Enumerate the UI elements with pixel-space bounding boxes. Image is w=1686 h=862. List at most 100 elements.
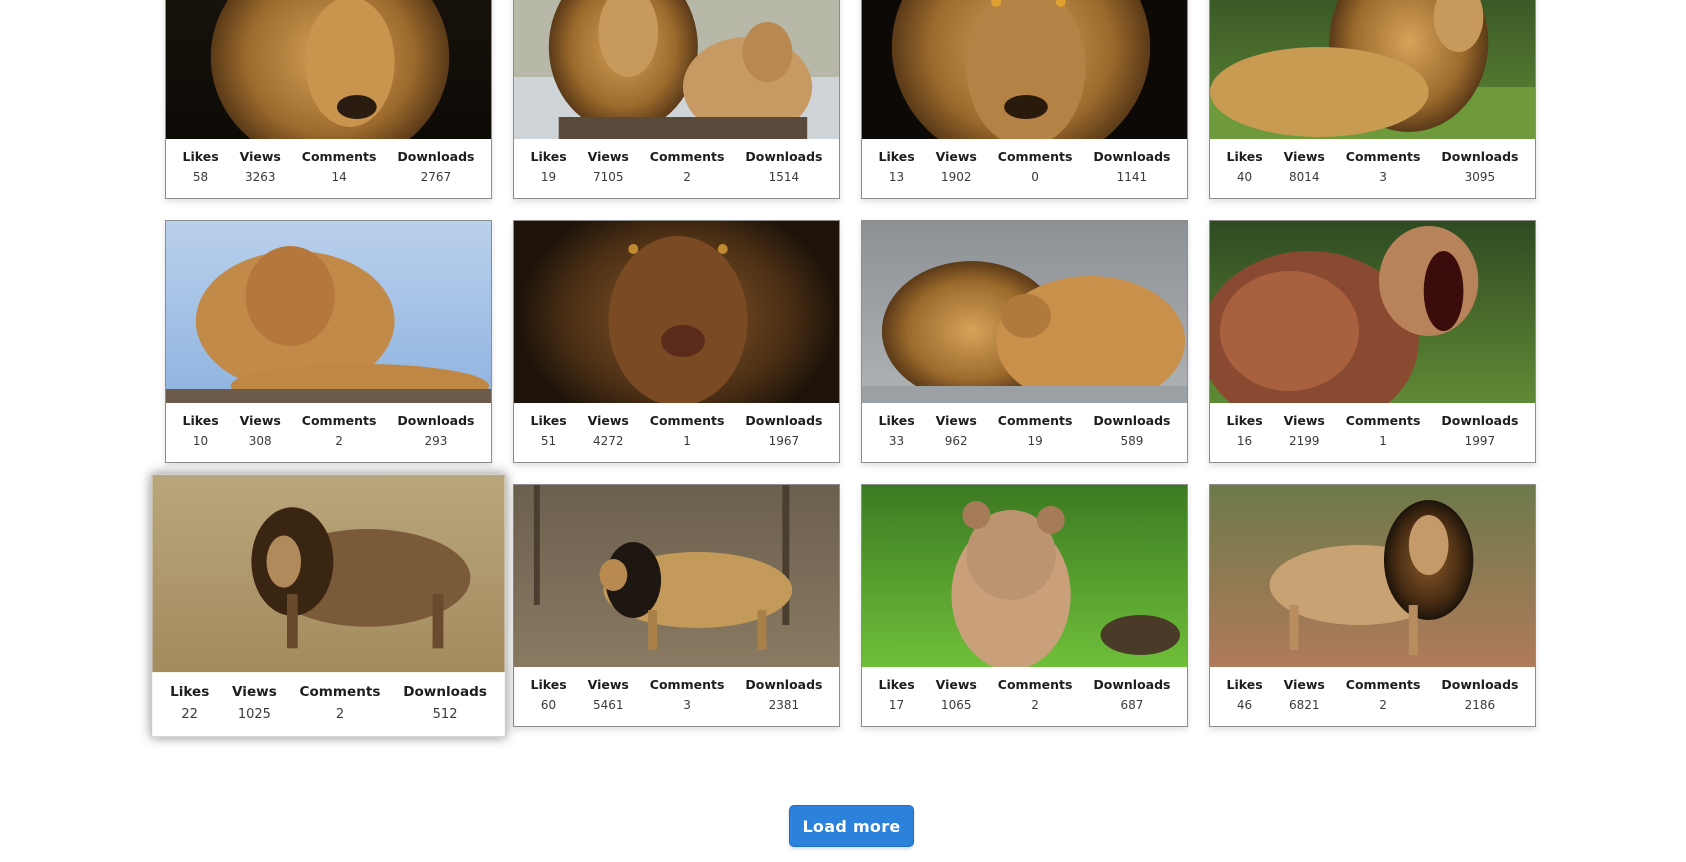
likes-stat: Likes 46 [1226,677,1262,726]
downloads-stat: Downloads 1997 [1441,413,1518,462]
views-label: Views [587,149,629,164]
comments-label: Comments [301,413,377,428]
likes-label: Likes [1226,149,1263,164]
gallery-card[interactable]: Likes 10 Views 308 Comments 2 Downloads 293 [165,220,492,463]
views-stat: Views 7105 [588,149,629,198]
likes-label: Likes [182,413,219,428]
gallery-card[interactable]: Likes 16 Views 2199 Comments 1 Downloads 199… [1209,220,1536,463]
downloads-stat: Downloads 3095 [1441,149,1518,198]
likes-label: Likes [878,149,915,164]
comments-label: Comments [649,413,725,428]
views-label: Views [1283,413,1325,428]
gallery-card[interactable]: Likes 33 Views 962 Comments 19 Downloads 589 [861,220,1188,463]
lion-photo[interactable] [166,0,491,139]
lion-photo[interactable] [152,474,505,673]
comments-stat: Comments 2 [300,683,381,736]
likes-label: Likes [1226,413,1263,428]
downloads-stat: Downloads 589 [1093,413,1170,462]
comments-value: 19 [1027,434,1043,448]
views-label: Views [1283,149,1325,164]
card-stats: Likes 40 Views 8014 Comments 3 Downloads 309… [1210,139,1535,198]
load-more-button[interactable]: Load more [789,805,914,847]
gallery-card[interactable]: Likes 13 Views 1902 Comments 0 Downloads 114… [861,0,1188,199]
likes-label: Likes [530,413,567,428]
card-stats: Likes 19 Views 7105 Comments 2 Downloads 151… [514,139,839,198]
gallery-card[interactable]: Likes 19 Views 7105 Comments 2 Downloads 151… [513,0,840,199]
likes-value: 19 [540,170,557,184]
lion-photo[interactable] [514,221,839,403]
gallery-card[interactable]: Likes 60 Views 5461 Comments 3 Downloads 238… [513,484,840,727]
views-value: 3263 [244,170,276,184]
comments-label: Comments [299,683,381,700]
likes-stat: Likes 17 [878,677,914,726]
image-gallery: Likes 58 Views 3263 Comments 14 Downloads 27… [151,0,1537,738]
comments-stat: Comments 2 [302,413,377,462]
gallery-card[interactable]: Likes 51 Views 4272 Comments 1 Downloads 196… [513,220,840,463]
views-value: 308 [248,434,272,448]
comments-label: Comments [997,413,1073,428]
likes-label: Likes [182,149,219,164]
downloads-label: Downloads [1093,149,1171,164]
lion-photo[interactable] [1210,221,1535,403]
downloads-stat: Downloads 1967 [745,413,822,462]
downloads-value: 1997 [1464,434,1496,448]
comments-stat: Comments 2 [998,677,1073,726]
comments-label: Comments [1345,677,1421,692]
likes-label: Likes [878,413,915,428]
card-stats: Likes 33 Views 962 Comments 19 Downloads 589 [862,403,1187,462]
downloads-value: 1514 [768,170,800,184]
comments-value: 2 [1031,698,1039,712]
card-stats: Likes 17 Views 1065 Comments 2 Downloads 687 [862,667,1187,726]
card-stats: Likes 22 Views 1025 Comments 2 Downloads 512 [152,672,505,736]
comments-value: 0 [1031,170,1039,184]
views-value: 2199 [1288,434,1320,448]
lion-photo[interactable] [514,485,839,667]
likes-stat: Likes 33 [878,413,914,462]
gallery-card[interactable]: Likes 46 Views 6821 Comments 2 Downloads 218… [1209,484,1536,727]
lion-photo[interactable] [166,221,491,403]
likes-value: 51 [540,434,557,448]
comments-stat: Comments 0 [998,149,1073,198]
downloads-label: Downloads [1441,149,1519,164]
downloads-label: Downloads [1441,413,1519,428]
comments-value: 1 [683,434,691,448]
likes-stat: Likes 51 [530,413,566,462]
likes-value: 13 [888,170,905,184]
lion-photo[interactable] [862,0,1187,139]
gallery-card[interactable]: Likes 40 Views 8014 Comments 3 Downloads 309… [1209,0,1536,199]
downloads-value: 3095 [1464,170,1496,184]
lion-photo[interactable] [1210,485,1535,667]
downloads-label: Downloads [1093,677,1171,692]
views-stat: Views 3263 [240,149,281,198]
likes-stat: Likes 13 [878,149,914,198]
gallery-card-hovered[interactable]: Likes 22 Views 1025 Comments 2 Downloads 512 [151,473,506,738]
downloads-value: 512 [432,705,458,722]
downloads-label: Downloads [1441,677,1519,692]
views-value: 962 [944,434,968,448]
lion-photo[interactable] [1210,0,1535,139]
views-value: 7105 [592,170,624,184]
comments-stat: Comments 1 [650,413,725,462]
comments-label: Comments [649,677,725,692]
views-label: Views [239,149,281,164]
likes-value: 10 [192,434,209,448]
comments-value: 1 [1379,434,1387,448]
downloads-label: Downloads [397,149,475,164]
lion-photo[interactable] [514,0,839,139]
likes-value: 17 [888,698,905,712]
comments-stat: Comments 3 [1346,149,1421,198]
downloads-value: 2767 [420,170,452,184]
comments-label: Comments [649,149,725,164]
lion-photo[interactable] [862,221,1187,403]
gallery-card[interactable]: Likes 17 Views 1065 Comments 2 Downloads 687 [861,484,1188,727]
views-stat: Views 8014 [1284,149,1325,198]
views-label: Views [1283,677,1325,692]
lion-photo[interactable] [862,485,1187,667]
comments-label: Comments [1345,413,1421,428]
downloads-value: 687 [1120,698,1144,712]
downloads-label: Downloads [745,413,823,428]
comments-label: Comments [301,149,377,164]
downloads-value: 2186 [1464,698,1496,712]
gallery-card[interactable]: Likes 58 Views 3263 Comments 14 Downloads 27… [165,0,492,199]
likes-label: Likes [1226,677,1263,692]
